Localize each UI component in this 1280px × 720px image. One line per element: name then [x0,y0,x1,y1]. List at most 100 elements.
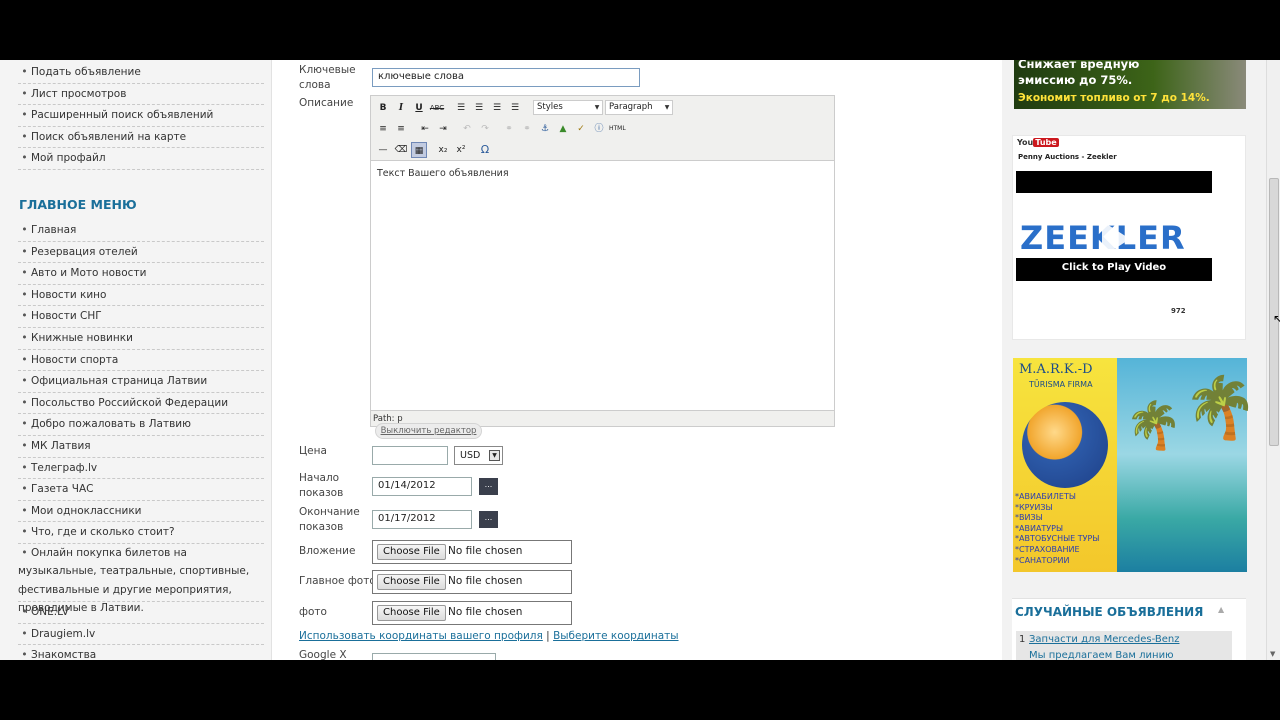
end-date-picker-button[interactable]: ... [479,511,498,528]
menu-item[interactable]: • Добро пожаловать в Латвию [18,414,264,436]
cleanup-icon[interactable]: ✓ [573,121,589,137]
help-icon[interactable]: ⓘ [591,121,607,137]
menu-item[interactable]: • Мои одноклассники [18,501,264,523]
editor-content[interactable]: Текст Вашего объявления [377,168,509,179]
choose-file-button[interactable]: Choose File [377,574,446,590]
menu-item[interactable]: • Резервация отелей [18,242,264,264]
travel-agency-ad[interactable]: M.A.R.K.-D TŪRISMA FIRMA *АВИАБИЛЕТЫ *КР… [1013,358,1258,572]
menu-item[interactable]: • Знакомства [18,645,264,660]
numbered-list-icon[interactable]: ≡ [393,121,409,137]
superscript-button[interactable]: x² [453,142,469,158]
currency-select[interactable]: USD ▼ [454,446,503,465]
end-date-input[interactable]: 01/17/2012 [372,510,472,529]
redo-icon[interactable]: ↷ [477,121,493,137]
choose-file-button[interactable]: Choose File [377,605,446,621]
menu-item[interactable]: • Главная [18,220,264,242]
menu-item[interactable]: • Официальная страница Латвии [18,371,264,393]
random-ads-title: СЛУЧАЙНЫЕ ОБЪЯВЛЕНИЯ [1015,605,1204,619]
bullet-icon: • [21,461,28,474]
video-letterbox-bottom [0,660,1280,720]
visual-aid-icon[interactable]: ▦ [411,142,427,158]
bold-button[interactable]: B [375,100,391,116]
bullet-list-icon[interactable]: ≡ [375,121,391,137]
underline-button[interactable]: U [411,100,427,116]
use-profile-coords-link[interactable]: Использовать координаты вашего профиля [299,630,543,642]
photo-file-input[interactable]: Choose File No file chosen [372,601,572,625]
menu-item[interactable]: • Газета ЧАС [18,479,264,501]
main-photo-file-input[interactable]: Choose File No file chosen [372,570,572,594]
html-source-icon[interactable]: HTML [609,121,626,137]
attachment-file-input[interactable]: Choose File No file chosen [372,540,572,564]
play-icon[interactable] [1102,221,1130,257]
menu-item[interactable]: • Посольство Российской Федерации [18,393,264,415]
align-center-icon[interactable]: ☰ [471,100,487,116]
menu-item[interactable]: • МК Латвия [18,436,264,458]
indent-icon[interactable]: ⇥ [435,121,451,137]
menu-item[interactable]: • Что, где и сколько стоит? [18,522,264,544]
sidebar-item-post-ad[interactable]: • Подать объявление [18,62,264,84]
sidebar-item-advanced-search[interactable]: • Расширенный поиск объявлений [18,105,264,127]
eraser-icon[interactable]: ⌫ [393,142,409,158]
menu-item[interactable]: • Новости СНГ [18,306,264,328]
select-coords-link[interactable]: Выберите координаты [553,630,678,642]
start-date-label: Начало показов [299,472,344,499]
link-icon[interactable]: ⚭ [501,121,517,137]
image-icon[interactable]: ▲ [555,121,571,137]
globe-icon [1022,402,1108,488]
italic-button[interactable]: I [393,100,409,116]
menu-item[interactable]: • Телеграф.lv [18,458,264,480]
sidebar-item-profile[interactable]: • Мой профайл [18,148,264,170]
file-status: No file chosen [448,545,523,557]
view-count: 972 [1171,307,1186,315]
subscript-button[interactable]: x₂ [435,142,451,158]
menu-item-tickets[interactable]: • Онлайн покупка билетов на музыкальные, … [18,544,264,614]
menu-item[interactable]: • Draugiem.lv [18,624,264,646]
collapse-icon[interactable]: ▲ [1218,605,1224,614]
unlink-icon[interactable]: ⚭ [519,121,535,137]
youtube-logo: You Tube [1017,138,1059,147]
menu-item[interactable]: • Новости спорта [18,350,264,372]
bullet-icon: • [21,331,28,344]
bullet-icon: • [21,649,28,660]
random-ads-widget: СЛУЧАЙНЫЕ ОБЪЯВЛЕНИЯ ▲ 1 Запчасти для Me… [1012,598,1246,660]
sidebar-item-watchlist[interactable]: • Лист просмотров [18,84,264,106]
styles-select[interactable]: Styles ▼ [533,100,603,115]
description-label: Описание [299,97,354,109]
undo-icon[interactable]: ↶ [459,121,475,137]
outdent-icon[interactable]: ⇤ [417,121,433,137]
start-date-picker-button[interactable]: ... [479,478,498,495]
strikethrough-button[interactable]: ABC [429,100,445,116]
random-ad-link[interactable]: Запчасти для Mercedes-Benz [1029,634,1180,645]
video-player[interactable]: ZEEKLER Click to Play Video [1016,171,1212,281]
bullet-icon: • [21,109,28,122]
eco-banner-ad[interactable]: Снижает вредную эмиссию до 75%. Экономит… [1014,60,1246,109]
bullet-icon: • [21,224,28,236]
sidebar-item-map-search[interactable]: • Поиск объявлений на карте [18,127,264,149]
bullet-icon: • [21,418,28,431]
align-left-icon[interactable]: ☰ [453,100,469,116]
bullet-icon: • [21,310,28,323]
youtube-embed[interactable]: You Tube Penny Auctions - Zeekler ZEEKLER… [1012,135,1246,340]
paragraph-select[interactable]: Paragraph ▼ [605,100,673,115]
choose-file-button[interactable]: Choose File [377,544,446,560]
scroll-down-icon[interactable]: ▼ [1270,650,1275,658]
anchor-icon[interactable]: ⚓ [537,121,553,137]
attachment-label: Вложение [299,545,356,557]
menu-item[interactable]: • Авто и Мото новости [18,263,264,285]
special-char-button[interactable]: Ω [477,142,493,158]
toggle-editor-button[interactable]: Выключить редактор [375,423,482,439]
chevron-down-icon: ▼ [664,104,670,111]
keywords-input[interactable]: ключевые слова [372,68,640,87]
keywords-label: Ключевые слова [299,64,356,91]
horizontal-rule-icon[interactable]: — [375,142,391,158]
vertical-scrollbar[interactable]: ▼ [1266,60,1280,660]
google-x-input[interactable] [372,653,496,660]
start-date-input[interactable]: 01/14/2012 [372,477,472,496]
menu-item[interactable]: • Книжные новинки [18,328,264,350]
random-ad-item[interactable]: 1 Запчасти для Mercedes-Benz Мы предлага… [1016,631,1232,660]
menu-item[interactable]: • Новости кино [18,285,264,307]
price-input[interactable] [372,446,448,465]
bullet-icon: • [21,546,28,559]
align-justify-icon[interactable]: ☰ [507,100,523,116]
align-right-icon[interactable]: ☰ [489,100,505,116]
